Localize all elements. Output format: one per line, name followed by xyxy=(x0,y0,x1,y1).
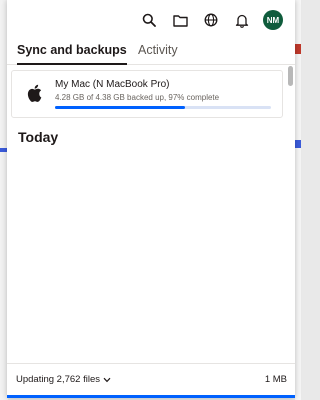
tab-bar: Sync and backups Activity xyxy=(7,36,295,65)
backup-progress-fill xyxy=(55,106,185,109)
chevron-down-icon xyxy=(103,377,111,382)
status-footer: Updating 2,762 files 1 MB xyxy=(7,363,295,398)
search-icon[interactable] xyxy=(139,10,159,30)
device-name: My Mac (N MacBook Pro) xyxy=(55,79,170,90)
folder-icon[interactable] xyxy=(170,10,190,30)
backup-card[interactable]: My Mac (N MacBook Pro) 4.28 GB of 4.38 G… xyxy=(11,70,283,118)
backup-status-text: 4.28 GB of 4.38 GB backed up, 97% comple… xyxy=(55,93,220,102)
section-title-today: Today xyxy=(18,129,59,145)
background-blue-mark xyxy=(295,140,301,148)
avatar[interactable]: NM xyxy=(263,10,283,30)
scrollbar-thumb[interactable] xyxy=(288,66,293,86)
sync-status-dropdown[interactable]: Updating 2,762 files xyxy=(16,374,111,385)
background-red-mark xyxy=(295,44,301,54)
sync-panel: NM Sync and backups Activity My Mac (N M… xyxy=(7,0,295,398)
apple-icon xyxy=(26,84,42,102)
sync-size-label: 1 MB xyxy=(264,374,287,385)
background-page-right xyxy=(295,0,301,400)
tab-activity[interactable]: Activity xyxy=(138,43,178,63)
backup-progress-bar xyxy=(55,106,271,109)
top-toolbar: NM xyxy=(139,10,283,30)
bell-icon[interactable] xyxy=(232,10,252,30)
sync-status-label: Updating 2,762 files xyxy=(16,374,100,385)
globe-icon[interactable] xyxy=(201,10,221,30)
tab-sync-and-backups[interactable]: Sync and backups xyxy=(17,43,127,65)
footer-progress-bar xyxy=(7,395,295,398)
